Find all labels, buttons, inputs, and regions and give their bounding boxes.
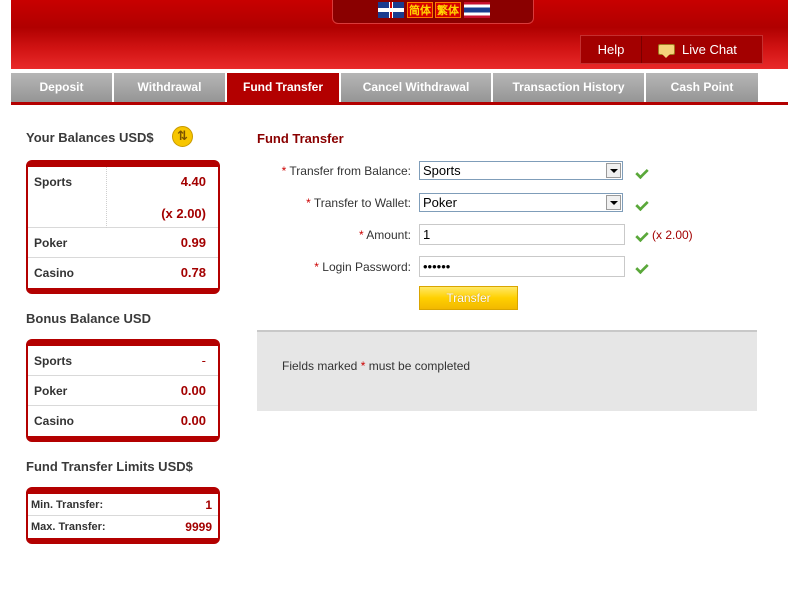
bonus-title: Bonus Balance USD bbox=[26, 311, 151, 326]
amount-label: * Amount: bbox=[359, 228, 411, 242]
limits-box: Min. Transfer: 1 Max. Transfer: 9999 bbox=[26, 487, 220, 544]
required-mark: * bbox=[314, 260, 319, 274]
bonus-label: Poker bbox=[34, 384, 68, 398]
bonus-value: 0.00 bbox=[180, 413, 206, 428]
balance-value: 4.40 bbox=[180, 174, 206, 189]
note-suffix: must be completed bbox=[365, 359, 471, 373]
tab-deposit[interactable]: Deposit bbox=[11, 73, 112, 102]
password-input[interactable]: •••••• bbox=[419, 256, 625, 277]
from-balance-label: * Transfer from Balance: bbox=[282, 164, 411, 178]
lang-simplified-chinese[interactable]: 简体 bbox=[407, 2, 433, 18]
limit-row-max: Max. Transfer: 9999 bbox=[28, 516, 218, 538]
password-label-text: Login Password: bbox=[322, 260, 411, 274]
limit-value: 1 bbox=[205, 498, 212, 512]
tab-transaction-history[interactable]: Transaction History bbox=[493, 73, 644, 102]
checkmark-icon bbox=[633, 231, 647, 241]
checkmark-icon bbox=[633, 263, 647, 273]
password-label: * Login Password: bbox=[314, 260, 411, 274]
amount-label-text: Amount: bbox=[366, 228, 411, 242]
checkmark-icon bbox=[633, 168, 647, 178]
form-title: Fund Transfer bbox=[257, 131, 344, 146]
help-link[interactable]: Help bbox=[581, 36, 642, 63]
tab-fund-transfer[interactable]: Fund Transfer bbox=[227, 73, 339, 102]
bonus-value: 0.00 bbox=[180, 383, 206, 398]
help-chat-bar: Help Live Chat bbox=[580, 35, 763, 64]
live-chat-label: Live Chat bbox=[682, 42, 737, 57]
amount-input[interactable]: 1 bbox=[419, 224, 625, 245]
limits-title: Fund Transfer Limits USD$ bbox=[26, 459, 193, 474]
tab-cash-point[interactable]: Cash Point bbox=[646, 73, 758, 102]
bonus-label: Casino bbox=[34, 414, 75, 428]
required-mark: * bbox=[358, 228, 364, 242]
bonus-row-sports: Sports - bbox=[28, 346, 218, 376]
balance-label: Poker bbox=[34, 236, 68, 250]
required-mark: * bbox=[306, 196, 311, 210]
balance-label: Casino bbox=[34, 266, 75, 280]
note-box: Fields marked * must be completed bbox=[257, 330, 757, 411]
balances-box: Sports 4.40 (x 2.00) Poker 0.99 Casino 0… bbox=[26, 160, 220, 294]
lang-traditional-chinese[interactable]: 繁体 bbox=[435, 2, 461, 18]
limit-value: 9999 bbox=[185, 520, 212, 534]
required-mark: * bbox=[281, 164, 287, 178]
from-balance-value: Sports bbox=[423, 163, 461, 178]
thai-flag-icon[interactable] bbox=[464, 2, 490, 18]
required-note: Fields marked * must be completed bbox=[282, 359, 470, 373]
balance-value: 0.99 bbox=[180, 235, 206, 250]
bonus-row-poker: Poker 0.00 bbox=[28, 376, 218, 406]
balance-row-casino: Casino 0.78 bbox=[28, 258, 218, 288]
balance-row-sports: Sports 4.40 (x 2.00) bbox=[28, 167, 218, 228]
from-balance-label-text: Transfer from Balance: bbox=[289, 164, 411, 178]
tab-withdrawal[interactable]: Withdrawal bbox=[114, 73, 225, 102]
checkmark-icon bbox=[633, 200, 647, 210]
to-wallet-label-text: Transfer to Wallet: bbox=[313, 196, 411, 210]
to-wallet-label: * Transfer to Wallet: bbox=[306, 196, 411, 210]
uk-flag-icon[interactable] bbox=[378, 2, 404, 18]
limit-row-min: Min. Transfer: 1 bbox=[28, 494, 218, 516]
bonus-value: - bbox=[201, 353, 206, 368]
limit-label: Min. Transfer: bbox=[31, 499, 104, 511]
fund-transfer-page: 简体 繁体 Help Live Chat Deposit Withdrawal … bbox=[0, 0, 800, 600]
balance-multiplier: (x 2.00) bbox=[161, 206, 206, 221]
tab-cancel-withdrawal[interactable]: Cancel Withdrawal bbox=[341, 73, 491, 102]
transfer-button[interactable]: Transfer bbox=[419, 286, 518, 310]
balance-row-poker: Poker 0.99 bbox=[28, 228, 218, 258]
amount-multiplier: (x 2.00) bbox=[652, 228, 693, 242]
balances-title: Your Balances USD$ bbox=[26, 130, 154, 145]
refresh-icon[interactable] bbox=[172, 126, 193, 147]
balance-label: Sports bbox=[34, 175, 73, 189]
tab-bar: Deposit Withdrawal Fund Transfer Cancel … bbox=[11, 73, 788, 105]
to-wallet-select[interactable]: Poker bbox=[419, 193, 623, 212]
chevron-down-icon[interactable] bbox=[606, 195, 621, 210]
note-prefix: Fields marked bbox=[282, 359, 361, 373]
chevron-down-icon[interactable] bbox=[606, 163, 621, 178]
language-bar: 简体 繁体 bbox=[332, 0, 534, 24]
live-chat-button[interactable]: Live Chat bbox=[643, 36, 762, 63]
chat-bubble-icon bbox=[658, 44, 675, 58]
to-wallet-value: Poker bbox=[423, 195, 457, 210]
bonus-row-casino: Casino 0.00 bbox=[28, 406, 218, 436]
bonus-label: Sports bbox=[34, 354, 73, 368]
limit-label: Max. Transfer: bbox=[31, 521, 106, 533]
from-balance-select[interactable]: Sports bbox=[419, 161, 623, 180]
balance-value: 0.78 bbox=[180, 265, 206, 280]
bonus-box: Sports - Poker 0.00 Casino 0.00 bbox=[26, 339, 220, 442]
